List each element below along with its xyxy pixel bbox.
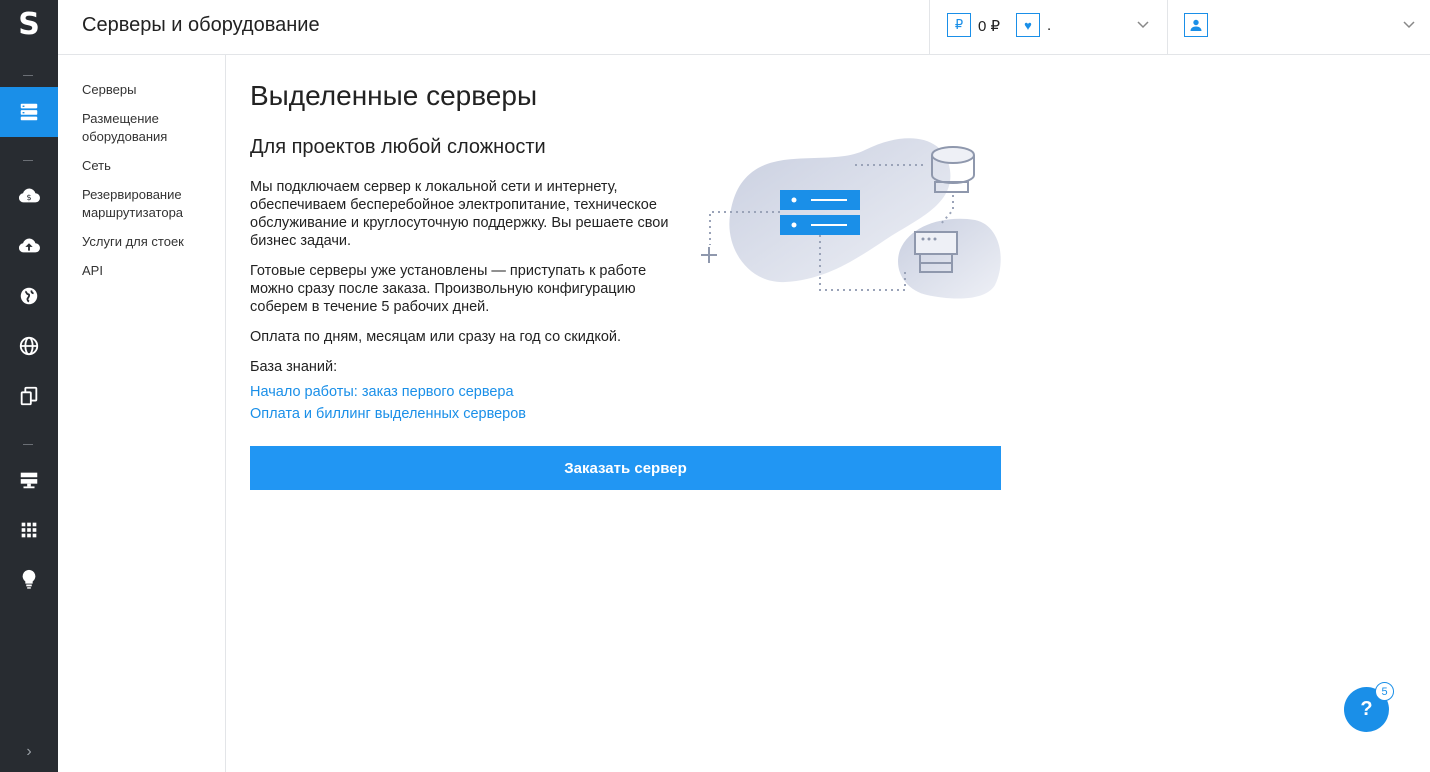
rail-item-globe[interactable] — [0, 271, 58, 321]
left-rail: S $ › — [0, 0, 58, 772]
section-nav: Серверы Размещение оборудования Сеть Рез… — [58, 55, 226, 772]
order-server-button[interactable]: Заказать сервер — [250, 446, 1001, 490]
subnav-item-api[interactable]: API — [82, 262, 212, 280]
rack-servers-icon — [20, 472, 38, 489]
heart-icon: ♥ — [1016, 13, 1040, 37]
subnav-item-servers[interactable]: Серверы — [82, 81, 212, 99]
top-header: Серверы и оборудование ₽ 0 ₽ ♥ . — [58, 0, 1430, 55]
globe-icon — [20, 287, 38, 305]
section-subtitle: Для проектов любой сложности — [250, 136, 546, 158]
kb-link-billing[interactable]: Оплата и биллинг выделенных серверов — [250, 406, 526, 422]
dedicated-servers-icon — [20, 103, 38, 121]
description-paragraph: Готовые серверы уже установлены — присту… — [250, 263, 647, 315]
user-dropdown[interactable] — [1167, 0, 1430, 54]
knowledge-base-label: База знаний: — [250, 359, 338, 375]
lightbulb-icon — [22, 569, 36, 589]
bonus-value: . — [1047, 17, 1052, 34]
rail-item-dedicated-servers[interactable] — [0, 87, 58, 137]
subnav-item-rack-services[interactable]: Услуги для стоек — [82, 233, 212, 251]
subnav-item-colocation[interactable]: Размещение оборудования — [82, 110, 212, 146]
kb-link-getting-started[interactable]: Начало работы: заказ первого сервера — [250, 384, 514, 400]
servers-illustration — [701, 138, 1001, 299]
description-paragraph: Оплата по дням, месяцам или сразу на год… — [250, 329, 622, 345]
rail-item-rack[interactable] — [0, 455, 58, 505]
description-paragraph: Мы подключаем сервер к локальной сети и … — [250, 179, 669, 249]
chevron-down-icon — [1136, 17, 1150, 31]
svg-text:$: $ — [26, 192, 31, 202]
ruble-icon: ₽ — [947, 13, 971, 37]
subnav-item-router-backup[interactable]: Резервирование маршрутизатора — [82, 186, 212, 222]
apps-grid-icon — [21, 522, 37, 538]
balance-dropdown[interactable]: ₽ 0 ₽ ♥ . — [929, 0, 1167, 54]
subnav-item-network[interactable]: Сеть — [82, 157, 212, 175]
rail-item-cloud-upload[interactable] — [0, 221, 58, 271]
rail-separator — [23, 75, 33, 76]
rail-item-cloud-money[interactable]: $ — [0, 171, 58, 221]
rail-item-apps[interactable] — [0, 505, 58, 555]
rail-item-devices[interactable] — [0, 371, 58, 421]
rail-item-network[interactable] — [0, 321, 58, 371]
section-title: Выделенные серверы — [250, 80, 538, 111]
help-notification-badge: 5 — [1375, 682, 1394, 701]
rail-separator — [23, 444, 33, 445]
rail-item-ideas[interactable] — [0, 554, 58, 604]
page-title: Серверы и оборудование — [82, 14, 320, 36]
cloud-upload-icon — [18, 238, 40, 253]
logo[interactable]: S — [0, 0, 58, 48]
user-icon — [1184, 13, 1208, 37]
balance-value: 0 ₽ — [978, 18, 1001, 35]
chevron-right-icon[interactable]: › — [0, 738, 58, 766]
rail-separator — [23, 160, 33, 161]
chevron-down-icon — [1402, 17, 1416, 31]
cloud-money-icon: $ — [18, 188, 40, 203]
network-globe-icon — [19, 336, 39, 356]
copy-devices-icon — [20, 386, 38, 406]
